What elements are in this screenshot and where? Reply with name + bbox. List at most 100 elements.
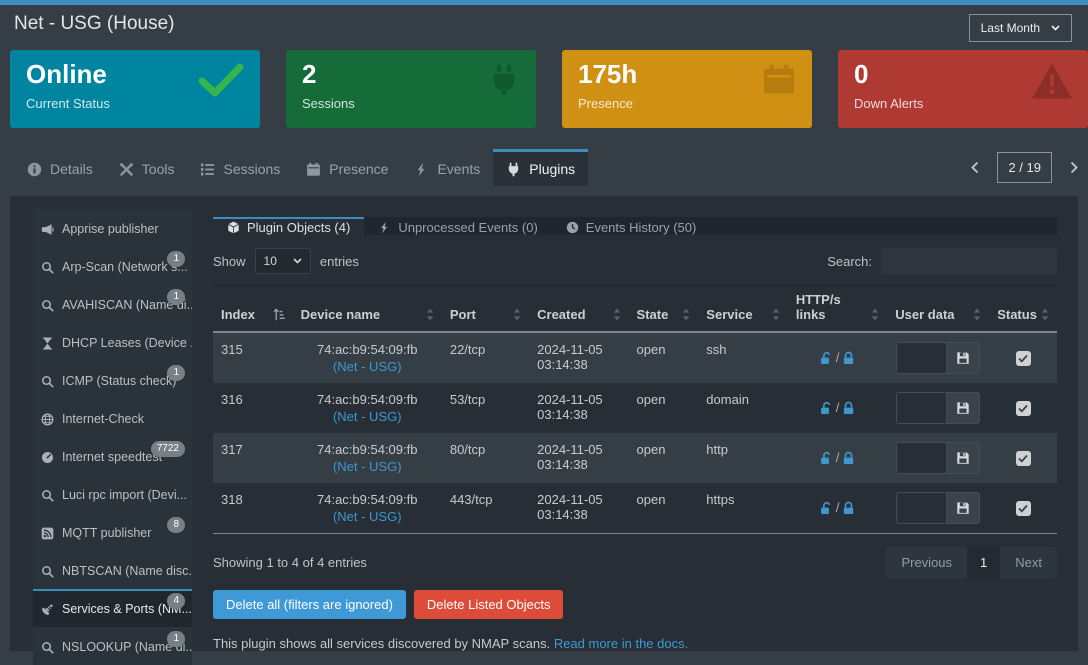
- device-link[interactable]: (Net - USG): [333, 509, 402, 524]
- device-link[interactable]: (Net - USG): [333, 359, 402, 374]
- sidebar-item-nslookup[interactable]: NSLOOKUP (Name di... 1: [33, 627, 192, 665]
- https-link[interactable]: [841, 401, 856, 416]
- tab-presence[interactable]: Presence: [293, 149, 401, 186]
- sidebar-item-nbtscan[interactable]: NBTSCAN (Name disc...: [33, 551, 192, 589]
- save-button[interactable]: [946, 443, 979, 473]
- col-state[interactable]: State: [629, 286, 699, 333]
- col-created[interactable]: Created: [529, 286, 628, 333]
- count-badge: 1: [167, 251, 185, 267]
- warning-triangle-icon: [1032, 63, 1072, 99]
- save-button[interactable]: [946, 343, 979, 373]
- tab-sessions[interactable]: Sessions: [187, 149, 293, 186]
- tab-details[interactable]: Details: [14, 149, 106, 186]
- cell-service: http: [698, 433, 788, 483]
- search-input[interactable]: [881, 248, 1057, 274]
- user-data-input[interactable]: [897, 443, 946, 473]
- plugin-tab-bar: Plugin Objects (4) Unprocessed Events (0…: [213, 217, 1057, 235]
- delete-all-button[interactable]: Delete all (filters are ignored): [213, 590, 406, 619]
- status-checkbox[interactable]: [1016, 451, 1031, 466]
- check-icon: [1018, 454, 1028, 463]
- docs-link[interactable]: Read more in the docs.: [554, 636, 688, 651]
- col-status[interactable]: Status: [989, 286, 1057, 333]
- cell-status: [989, 483, 1057, 534]
- device-tab-bar: Details Tools Sessions Presence Events P…: [14, 149, 1082, 186]
- col-service[interactable]: Service: [698, 286, 788, 333]
- user-data-input[interactable]: [897, 343, 946, 373]
- device-link[interactable]: (Net - USG): [333, 409, 402, 424]
- period-dropdown[interactable]: Last Month: [969, 14, 1072, 42]
- https-link[interactable]: [841, 351, 856, 366]
- user-data-input[interactable]: [897, 393, 946, 423]
- table-pagination: Previous 1 Next: [886, 547, 1057, 578]
- previous-page-button[interactable]: Previous: [886, 547, 967, 578]
- col-device-name[interactable]: Device name: [293, 286, 442, 333]
- entries-summary: Showing 1 to 4 of 4 entries: [213, 555, 367, 570]
- table-footer: Showing 1 to 4 of 4 entries Previous 1 N…: [213, 547, 1057, 578]
- card-down-alerts: 0 Down Alerts: [838, 50, 1088, 128]
- plug-icon: [506, 162, 521, 177]
- plugins-content: Apprise publisher Arp-Scan (Network s...…: [10, 196, 1078, 651]
- http-link[interactable]: [819, 501, 834, 516]
- sidebar-item-services-ports[interactable]: Services & Ports (NM... 4: [33, 589, 192, 627]
- created-date: 2024-11-05: [537, 492, 620, 507]
- sidebar-item-arp-scan[interactable]: Arp-Scan (Network s... 1: [33, 247, 192, 285]
- http-link[interactable]: [819, 401, 834, 416]
- cell-user-data: [887, 483, 989, 534]
- col-port[interactable]: Port: [442, 286, 529, 333]
- plugin-description: This plugin shows all services discovere…: [213, 636, 1057, 651]
- sidebar-item-apprise-publisher[interactable]: Apprise publisher: [33, 209, 192, 247]
- floppy-icon: [956, 351, 970, 365]
- show-label: Show: [213, 254, 246, 269]
- lock-icon: [841, 501, 856, 516]
- previous-device-button[interactable]: [967, 157, 983, 178]
- created-date: 2024-11-05: [537, 392, 620, 407]
- col-http-links[interactable]: HTTP/s links: [788, 286, 887, 333]
- sidebar-item-internet-check[interactable]: Internet-Check: [33, 399, 192, 437]
- table-row: 316 74:ac:b9:54:09:fb(Net - USG) 53/tcp …: [213, 383, 1057, 433]
- user-data-input[interactable]: [897, 493, 946, 523]
- sidebar-item-dhcp-leases[interactable]: DHCP Leases (Device ...: [33, 323, 192, 361]
- sidebar-item-avahiscan[interactable]: AVAHISCAN (Name di... 1: [33, 285, 192, 323]
- tab-unprocessed-events[interactable]: Unprocessed Events (0): [364, 217, 551, 235]
- tab-label: Events History (50): [586, 220, 697, 235]
- chevron-down-icon: [293, 258, 302, 264]
- cell-status: [989, 383, 1057, 433]
- sidebar-item-internet-speedtest[interactable]: Internet speedtest 7722: [33, 437, 192, 475]
- delete-listed-button[interactable]: Delete Listed Objects: [414, 590, 564, 619]
- cell-http-links: /: [788, 332, 887, 383]
- tab-plugin-objects[interactable]: Plugin Objects (4): [213, 217, 364, 235]
- col-label: Created: [537, 307, 585, 322]
- http-link[interactable]: [819, 351, 834, 366]
- search-label: Search:: [827, 254, 872, 269]
- cell-index: 317: [213, 433, 293, 483]
- col-user-data[interactable]: User data: [887, 286, 989, 333]
- http-link[interactable]: [819, 451, 834, 466]
- https-link[interactable]: [841, 501, 856, 516]
- cell-index: 318: [213, 483, 293, 534]
- page-size-select[interactable]: 10: [255, 248, 311, 274]
- status-checkbox[interactable]: [1016, 351, 1031, 366]
- tab-tools[interactable]: Tools: [106, 149, 188, 186]
- device-mac: 74:ac:b9:54:09:fb: [301, 442, 434, 457]
- status-checkbox[interactable]: [1016, 401, 1031, 416]
- search-icon: [41, 375, 55, 388]
- sidebar-item-icmp[interactable]: ICMP (Status check) 1: [33, 361, 192, 399]
- next-page-button[interactable]: Next: [1000, 547, 1057, 578]
- list-ol-icon: [200, 162, 215, 177]
- tab-plugins[interactable]: Plugins: [493, 149, 588, 186]
- tab-events[interactable]: Events: [401, 149, 493, 186]
- lock-icon: [841, 451, 856, 466]
- sidebar-item-luci-rpc-import[interactable]: Luci rpc import (Devi...: [33, 475, 192, 513]
- next-device-button[interactable]: [1066, 157, 1082, 178]
- tab-events-history[interactable]: Events History (50): [552, 217, 711, 235]
- status-checkbox[interactable]: [1016, 501, 1031, 516]
- https-link[interactable]: [841, 451, 856, 466]
- col-index[interactable]: Index: [213, 286, 293, 333]
- search-icon: [41, 641, 55, 654]
- save-button[interactable]: [946, 493, 979, 523]
- device-link[interactable]: (Net - USG): [333, 459, 402, 474]
- sidebar-item-mqtt-publisher[interactable]: MQTT publisher 8: [33, 513, 192, 551]
- current-page-button[interactable]: 1: [967, 547, 1000, 578]
- save-button[interactable]: [946, 393, 979, 423]
- cell-state: open: [629, 383, 699, 433]
